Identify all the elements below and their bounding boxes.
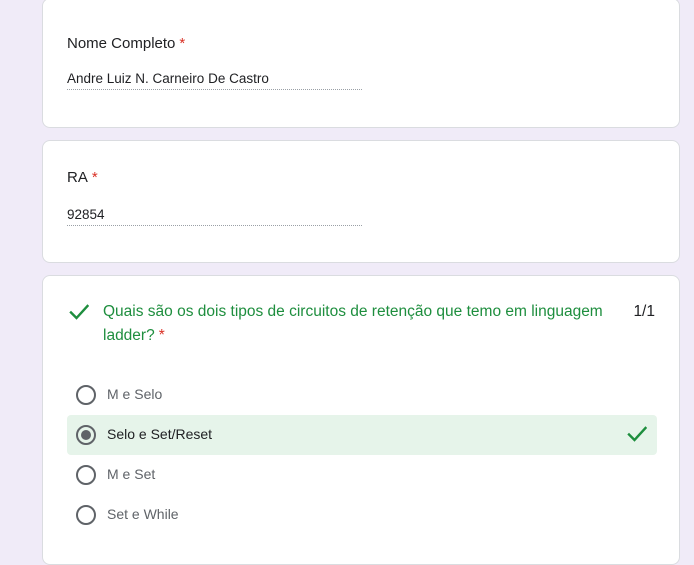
option-label: M e Selo: [107, 386, 163, 402]
option-label: Set e While: [107, 506, 179, 522]
option-m-e-set[interactable]: M e Set: [67, 455, 657, 495]
option-label: Selo e Set/Reset: [107, 426, 213, 442]
name-question-card: Nome Completo * Andre Luiz N. Carneiro De…: [42, 0, 680, 128]
required-asterisk: *: [158, 327, 165, 344]
checkmark-icon: [69, 304, 90, 325]
radio-button-selected[interactable]: [76, 425, 96, 445]
required-asterisk: *: [179, 35, 186, 52]
ra-answer: 92854: [67, 207, 362, 226]
radio-button[interactable]: [76, 505, 96, 525]
option-label: M e Set: [107, 466, 156, 482]
radio-button[interactable]: [76, 385, 96, 405]
ra-label: RA *: [67, 169, 98, 186]
question-score: 1/1: [633, 303, 655, 320]
option-set-e-while[interactable]: Set e While: [67, 495, 657, 535]
name-label: Nome Completo *: [67, 35, 186, 52]
radio-button[interactable]: [76, 465, 96, 485]
required-asterisk: *: [91, 169, 98, 186]
name-answer: Andre Luiz N. Carneiro De Castro: [67, 71, 362, 90]
checkmark-icon: [627, 426, 648, 447]
quiz-question-card: Quais são os dois tipos de circuitos de …: [42, 275, 680, 565]
option-m-e-selo[interactable]: M e Selo: [67, 375, 657, 415]
ra-question-card: RA * 92854: [42, 140, 680, 263]
option-selo-e-set-reset[interactable]: Selo e Set/Reset: [67, 415, 657, 455]
question-title: Quais são os dois tipos de circuitos de …: [103, 303, 603, 344]
